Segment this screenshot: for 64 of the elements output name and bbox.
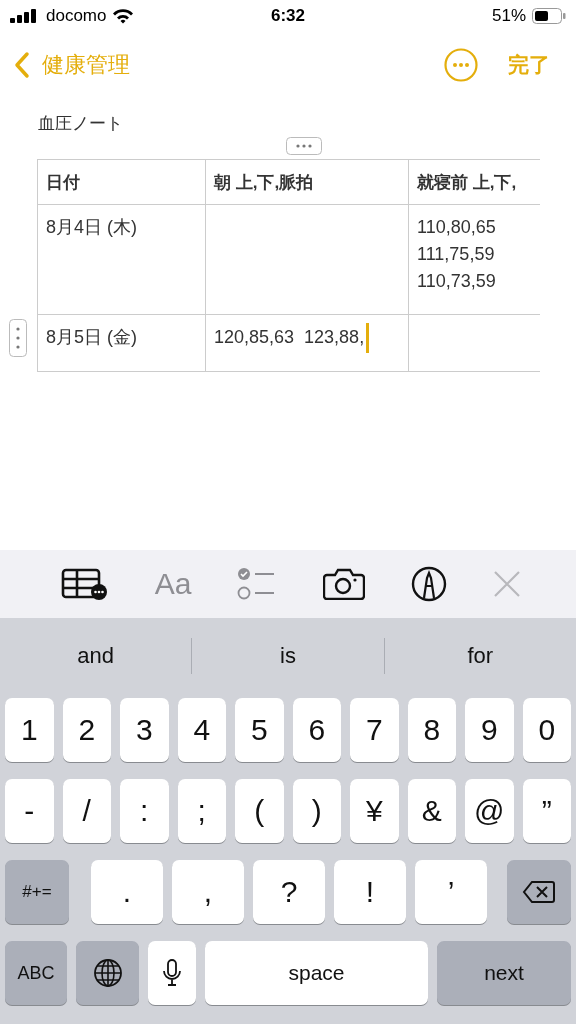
- pen-icon[interactable]: [411, 566, 448, 602]
- key[interactable]: ”: [522, 779, 571, 843]
- space-key[interactable]: space: [205, 941, 428, 1005]
- chevron-left-icon: [14, 51, 30, 79]
- column-header: 朝 上,下,脈拍: [205, 159, 409, 205]
- key[interactable]: 0: [522, 698, 571, 762]
- column-header: 就寝前 上,下,: [408, 159, 540, 205]
- suggestion[interactable]: for: [384, 643, 576, 669]
- table-cell[interactable]: 8月5日 (金): [37, 314, 206, 372]
- key[interactable]: -: [5, 779, 54, 843]
- key[interactable]: 6: [292, 698, 341, 762]
- key[interactable]: 3: [120, 698, 169, 762]
- key[interactable]: 5: [235, 698, 284, 762]
- cell-text: 8月4日 (木): [46, 216, 137, 239]
- row-handle-icon[interactable]: [8, 319, 27, 357]
- key[interactable]: 1: [5, 698, 54, 762]
- symbols-key[interactable]: #+=: [5, 860, 69, 924]
- key[interactable]: ?: [253, 860, 325, 924]
- more-icon[interactable]: [444, 48, 478, 82]
- delete-key[interactable]: [507, 860, 571, 924]
- globe-icon: [92, 958, 123, 988]
- key[interactable]: 2: [62, 698, 111, 762]
- carrier-name: docomo: [46, 6, 107, 26]
- key[interactable]: ’: [415, 860, 487, 924]
- key[interactable]: :: [120, 779, 169, 843]
- delete-icon: [522, 880, 556, 904]
- key[interactable]: ;: [177, 779, 226, 843]
- key[interactable]: 7: [350, 698, 399, 762]
- battery-icon: [532, 8, 566, 24]
- next-key[interactable]: next: [437, 941, 571, 1005]
- abc-key[interactable]: ABC: [5, 941, 67, 1005]
- key[interactable]: ): [292, 779, 341, 843]
- table-cell[interactable]: 120,85,63 123,88,: [205, 314, 409, 372]
- microphone-key[interactable]: [148, 941, 196, 1005]
- key[interactable]: ¥: [350, 779, 399, 843]
- key[interactable]: &: [407, 779, 456, 843]
- suggestion[interactable]: is: [192, 643, 384, 669]
- note-title: 血圧ノート: [38, 113, 124, 135]
- key[interactable]: ,: [172, 860, 244, 924]
- battery-percent: 51%: [491, 6, 526, 26]
- table-handle-icon[interactable]: [286, 137, 322, 155]
- cell-text: 110,73,59: [417, 270, 496, 293]
- camera-icon[interactable]: [323, 568, 366, 600]
- table-cell[interactable]: [205, 204, 409, 315]
- wifi-icon: [112, 8, 135, 24]
- suggestion[interactable]: and: [0, 643, 192, 669]
- key[interactable]: @: [465, 779, 514, 843]
- globe-key[interactable]: [76, 941, 139, 1005]
- cell-text: 111,75,59: [417, 243, 495, 266]
- key[interactable]: !: [334, 860, 406, 924]
- key[interactable]: 8: [407, 698, 456, 762]
- key[interactable]: .: [91, 860, 163, 924]
- column-header: 日付: [37, 159, 206, 205]
- cell-text: 120,85,63 123,88,: [214, 326, 365, 349]
- table-cell[interactable]: 8月4日 (木): [37, 204, 206, 315]
- table-icon[interactable]: [60, 568, 109, 600]
- key[interactable]: 4: [177, 698, 226, 762]
- cell-text: 8月5日 (金): [46, 326, 137, 349]
- key[interactable]: 9: [465, 698, 514, 762]
- microphone-icon: [162, 958, 182, 988]
- key[interactable]: (: [235, 779, 284, 843]
- key[interactable]: /: [62, 779, 111, 843]
- status-time: 6:32: [271, 6, 305, 26]
- cell-text: 110,80,65: [417, 216, 496, 239]
